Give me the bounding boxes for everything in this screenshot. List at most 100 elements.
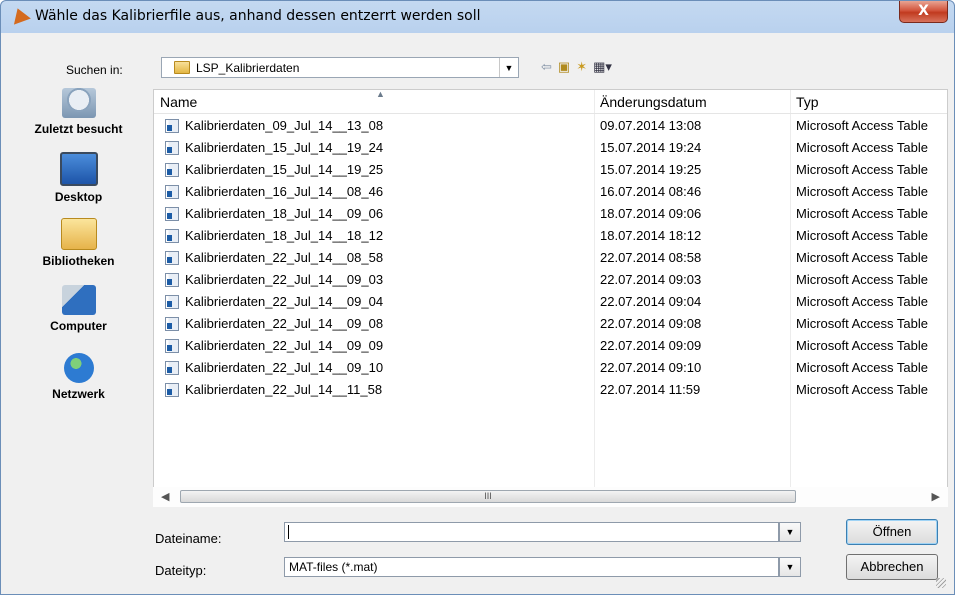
list-header: Name ▲ Änderungsdatum Typ: [154, 89, 947, 114]
access-table-file-icon: [165, 163, 179, 177]
cell-name: Kalibrierdaten_22_Jul_14__11_58: [185, 382, 383, 397]
access-table-file-icon: [165, 119, 179, 133]
horizontal-scrollbar[interactable]: ◀ III ▶: [153, 487, 948, 507]
cell-name: Kalibrierdaten_16_Jul_14__08_46: [185, 184, 384, 199]
up-folder-icon[interactable]: ▣: [558, 59, 570, 75]
filetype-value: MAT-files (*.mat): [289, 560, 378, 574]
cell-date: 22.07.2014 11:59: [600, 382, 701, 397]
lookin-folder-name: LSP_Kalibrierdaten: [196, 61, 300, 75]
dialog-body: Suchen in: LSP_Kalibrierdaten ▼ ⇦ ▣ ✶ ▦▾…: [7, 33, 948, 590]
scrollbar-thumb[interactable]: III: [180, 490, 796, 503]
cell-type: Microsoft Access Table: [796, 316, 928, 331]
computer-icon: [61, 285, 96, 315]
access-table-file-icon: [165, 251, 179, 265]
place-network[interactable]: Netzwerk: [7, 353, 150, 401]
cell-type: Microsoft Access Table: [796, 360, 928, 375]
table-row[interactable]: Kalibrierdaten_15_Jul_14__19_25 15.07.201…: [154, 159, 947, 181]
cell-date: 15.07.2014 19:24: [600, 140, 702, 155]
cell-name: Kalibrierdaten_22_Jul_14__09_09: [185, 338, 384, 353]
toolbar: ⇦ ▣ ✶ ▦▾: [541, 57, 612, 77]
column-header-name[interactable]: Name: [160, 94, 197, 110]
place-label: Zuletzt besucht: [34, 122, 123, 136]
access-table-file-icon: [165, 383, 179, 397]
cell-name: Kalibrierdaten_22_Jul_14__09_08: [185, 316, 384, 331]
open-button[interactable]: Öffnen: [846, 519, 938, 545]
libraries-icon: [60, 218, 97, 250]
place-libraries[interactable]: Bibliotheken: [7, 218, 150, 268]
access-table-file-icon: [165, 229, 179, 243]
cell-name: Kalibrierdaten_15_Jul_14__19_25: [185, 162, 384, 177]
access-table-file-icon: [165, 185, 179, 199]
cell-type: Microsoft Access Table: [796, 118, 928, 133]
file-list[interactable]: Name ▲ Änderungsdatum Typ Kalibrierdaten…: [153, 89, 948, 507]
place-computer[interactable]: Computer: [7, 285, 150, 333]
folder-icon: [174, 61, 190, 74]
new-folder-icon[interactable]: ✶: [576, 59, 587, 75]
cell-name: Kalibrierdaten_22_Jul_14__09_03: [185, 272, 384, 287]
cell-date: 15.07.2014 19:25: [600, 162, 702, 177]
desktop-icon: [59, 152, 98, 186]
place-label: Computer: [50, 319, 107, 333]
window-title: Wähle das Kalibrierfile aus, anhand dess…: [35, 8, 481, 24]
cancel-button[interactable]: Abbrechen: [846, 554, 938, 580]
cell-type: Microsoft Access Table: [796, 338, 928, 353]
cell-date: 22.07.2014 09:09: [600, 338, 702, 353]
filename-input[interactable]: [284, 522, 779, 542]
place-recent[interactable]: Zuletzt besucht: [7, 88, 150, 136]
place-desktop[interactable]: Desktop: [7, 152, 150, 204]
filetype-select[interactable]: MAT-files (*.mat): [284, 557, 779, 577]
table-row[interactable]: Kalibrierdaten_22_Jul_14__08_58 22.07.201…: [154, 247, 947, 269]
cell-name: Kalibrierdaten_22_Jul_14__09_10: [185, 360, 384, 375]
view-menu-icon[interactable]: ▦▾: [593, 59, 612, 75]
access-table-file-icon: [165, 317, 179, 331]
filetype-dropdown-button[interactable]: ▼: [779, 557, 801, 577]
cell-date: 22.07.2014 09:08: [600, 316, 702, 331]
access-table-file-icon: [165, 273, 179, 287]
table-row[interactable]: Kalibrierdaten_22_Jul_14__09_08 22.07.201…: [154, 313, 947, 335]
table-row[interactable]: Kalibrierdaten_15_Jul_14__19_24 15.07.201…: [154, 137, 947, 159]
cell-type: Microsoft Access Table: [796, 382, 928, 397]
column-header-date[interactable]: Änderungsdatum: [600, 94, 707, 110]
table-row[interactable]: Kalibrierdaten_22_Jul_14__09_09 22.07.201…: [154, 335, 947, 357]
lookin-combobox[interactable]: LSP_Kalibrierdaten ▼: [161, 57, 519, 78]
cell-type: Microsoft Access Table: [796, 184, 928, 199]
title-bar[interactable]: Wähle das Kalibrierfile aus, anhand dess…: [1, 1, 954, 32]
table-row[interactable]: Kalibrierdaten_22_Jul_14__11_58 22.07.201…: [154, 379, 947, 401]
cell-type: Microsoft Access Table: [796, 228, 928, 243]
scroll-left-icon[interactable]: ◀: [161, 490, 169, 503]
resize-grip-icon[interactable]: [936, 578, 946, 588]
cell-date: 22.07.2014 08:58: [600, 250, 702, 265]
table-row[interactable]: Kalibrierdaten_16_Jul_14__08_46 16.07.201…: [154, 181, 947, 203]
recent-places-icon: [61, 88, 96, 118]
cell-date: 18.07.2014 09:06: [600, 206, 702, 221]
table-row[interactable]: Kalibrierdaten_22_Jul_14__09_03 22.07.201…: [154, 269, 947, 291]
filename-dropdown-button[interactable]: ▼: [779, 522, 801, 542]
column-header-type[interactable]: Typ: [796, 94, 819, 110]
table-row[interactable]: Kalibrierdaten_22_Jul_14__09_04 22.07.201…: [154, 291, 947, 313]
table-row[interactable]: Kalibrierdaten_18_Jul_14__09_06 18.07.201…: [154, 203, 947, 225]
filetype-label: Dateityp:: [155, 563, 207, 578]
cell-date: 22.07.2014 09:10: [600, 360, 702, 375]
sort-ascending-icon: ▲: [376, 89, 385, 99]
close-button[interactable]: X: [899, 1, 948, 23]
cell-name: Kalibrierdaten_22_Jul_14__09_04: [185, 294, 384, 309]
place-label: Desktop: [54, 190, 103, 204]
chevron-down-icon[interactable]: ▼: [499, 58, 518, 77]
access-table-file-icon: [165, 295, 179, 309]
cell-type: Microsoft Access Table: [796, 250, 928, 265]
cell-date: 22.07.2014 09:03: [600, 272, 702, 287]
matlab-logo-icon: [9, 5, 31, 25]
table-row[interactable]: Kalibrierdaten_22_Jul_14__09_10 22.07.201…: [154, 357, 947, 379]
back-arrow-icon[interactable]: ⇦: [541, 59, 552, 75]
scroll-right-icon[interactable]: ▶: [932, 490, 940, 503]
cell-name: Kalibrierdaten_22_Jul_14__08_58: [185, 250, 384, 265]
place-label: Netzwerk: [52, 387, 105, 401]
access-table-file-icon: [165, 339, 179, 353]
cell-date: 16.07.2014 08:46: [600, 184, 702, 199]
cell-type: Microsoft Access Table: [796, 272, 928, 287]
access-table-file-icon: [165, 361, 179, 375]
cell-date: 18.07.2014 18:12: [600, 228, 702, 243]
lookin-label: Suchen in:: [66, 63, 123, 77]
table-row[interactable]: Kalibrierdaten_09_Jul_14__13_08 09.07.201…: [154, 115, 947, 137]
table-row[interactable]: Kalibrierdaten_18_Jul_14__18_12 18.07.201…: [154, 225, 947, 247]
